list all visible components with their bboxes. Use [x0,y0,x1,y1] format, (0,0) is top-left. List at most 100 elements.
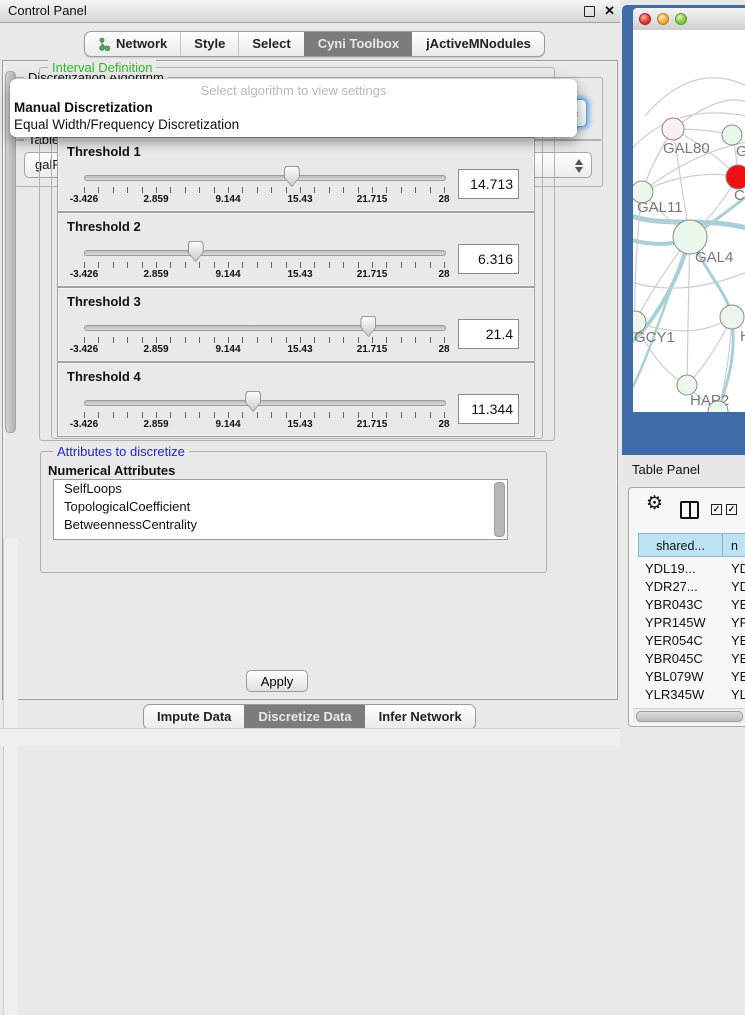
tab-infer-network[interactable]: Infer Network [365,705,475,729]
slider-tick [444,262,445,268]
threshold-value-field[interactable]: 11.344 [458,394,519,424]
zoom-traffic-light-icon[interactable] [675,13,687,25]
tab-label: jActiveMNodules [426,32,531,56]
slider-handle[interactable] [360,316,376,337]
slider-tick [257,262,258,268]
horizontal-scrollbar[interactable] [633,708,745,723]
slider-tick [84,262,85,268]
tab-select[interactable]: Select [238,32,303,56]
slider-handle[interactable] [284,166,300,187]
slider-tick-label: 28 [438,419,449,430]
network-edge[interactable] [645,78,745,116]
numerical-attributes-list[interactable]: SelfLoopsTopologicalCoefficientBetweenne… [53,479,508,538]
dropdown-option-manual[interactable]: Manual Discretization [10,99,577,116]
slider-tick [142,337,143,343]
table-row[interactable]: YBL079WYBL0 [638,668,745,686]
float-window-icon[interactable] [584,6,595,17]
node-gal80[interactable] [662,118,684,140]
dropdown-option-equal-width[interactable]: Equal Width/Frequency Discretization [10,116,577,133]
list-scrollbar-thumb[interactable] [494,482,505,537]
slider-tick [300,262,301,268]
node-label: GAL80 [663,140,710,157]
table-row[interactable]: YBR045CYBR0 [638,650,745,668]
slider-handle[interactable] [245,391,261,412]
table-panel: ⚙ ✓ ✓ shared...n YDL19...YDL1YDR27...YDR… [628,487,745,727]
slider-tick [142,187,143,193]
slider-tick [401,337,402,343]
slider-tick [444,337,445,343]
table-row[interactable]: YDR27...YDR2 [638,578,745,596]
slider-tick [415,337,416,343]
control-panel-titlebar: Control Panel ✕ [0,0,620,23]
table-row[interactable]: YDL19...YDL1 [638,560,745,578]
tab-impute-data[interactable]: Impute Data [144,705,244,729]
slider-tick [314,337,315,343]
tab-discretize-data[interactable]: Discretize Data [244,705,364,729]
table-row[interactable]: YER054CYER0 [638,632,745,650]
slider-tick [386,337,387,343]
vertical-scrollbar[interactable] [3,538,18,1015]
network-canvas[interactable]: GAL80GACGAL11GAL4GCY1HHAP2 [633,30,745,412]
algorithm-dropdown-popup: Select algorithm to view settings Manual… [10,79,577,137]
list-item[interactable]: TopologicalCoefficient [54,498,507,516]
node-node-right[interactable] [720,305,744,329]
table-row[interactable]: YPR145WYPR1 [638,614,745,632]
list-item[interactable]: SelfLoops [54,480,507,498]
checkbox-icon[interactable]: ✓ [711,504,722,515]
split-view-icon[interactable] [680,501,699,519]
column-header[interactable]: n [723,533,745,557]
network-window-titlebar[interactable] [633,8,745,30]
slider-tick [199,187,200,193]
tab-network[interactable]: Network [85,32,180,56]
threshold-panel: Threshold 4-3.4262.8599.14415.4321.71528… [57,362,535,437]
slider-tick-label: -3.426 [70,269,98,280]
panel-title: Control Panel [8,0,87,22]
slider-track[interactable] [84,175,446,181]
slider-tick [372,412,373,418]
horizontal-scrollbar-thumb[interactable] [636,711,743,722]
slider-tick-label: 28 [438,344,449,355]
tab-label: Impute Data [157,705,231,729]
tab-style[interactable]: Style [180,32,238,56]
node-node-top-right[interactable] [722,125,742,145]
slider-tick [343,262,344,268]
tab-cyni-toolbox[interactable]: Cyni Toolbox [304,32,412,56]
slider-tick-label: 2.859 [143,344,168,355]
threshold-value-field[interactable]: 21.4 [458,319,519,349]
apply-button[interactable]: Apply [246,670,308,692]
slider-tick-label: 9.144 [215,419,240,430]
slider-tick [113,412,114,418]
table-row[interactable]: YLR345WYLR3 [638,686,745,704]
slider-tick-label: 28 [438,194,449,205]
close-icon[interactable]: ✕ [604,0,615,22]
network-edge[interactable] [687,237,690,385]
slider-tick-label: 15.43 [287,194,312,205]
minimize-traffic-light-icon[interactable] [657,13,669,25]
slider-tick-label: 9.144 [215,269,240,280]
slider-track[interactable] [84,325,446,331]
slider-tick [386,412,387,418]
column-header[interactable]: shared... [638,533,723,557]
threshold-value-field[interactable]: 14.713 [458,169,519,199]
slider-tick [415,412,416,418]
checkbox-icon[interactable]: ✓ [726,504,737,515]
slider-track[interactable] [84,400,446,406]
slider-tick [156,412,157,418]
tab-label: Cyni Toolbox [318,32,399,56]
slider-tick [199,262,200,268]
slider-tick [358,412,359,418]
threshold-value-field[interactable]: 6.316 [458,244,519,274]
slider-track[interactable] [84,250,446,256]
list-item[interactable]: BetweennessCentrality [54,516,507,534]
node-selected-red-node[interactable] [726,165,745,189]
slider-handle[interactable] [188,241,204,262]
gear-icon[interactable]: ⚙ [646,492,663,515]
top-tab-bar: NetworkStyleSelect Cyni Toolbox jActiveMNo… [84,31,545,57]
group-title: Interval Definition [48,61,156,75]
slider-tick [156,337,157,343]
table-row[interactable]: YBR043CYBR0 [638,596,745,614]
network-edge[interactable] [642,174,738,192]
close-traffic-light-icon[interactable] [639,13,651,25]
slider-tick [430,337,431,343]
tab-jactivemnodules[interactable]: jActiveMNodules [412,32,544,56]
